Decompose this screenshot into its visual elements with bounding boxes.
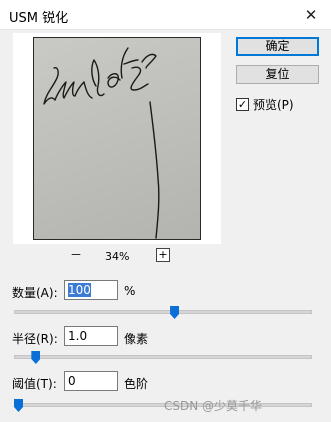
zoom-controls: － 34% + [13, 248, 221, 266]
zoom-out-button[interactable]: － [70, 246, 82, 263]
signature-image [43, 47, 160, 239]
threshold-input[interactable]: 0 [64, 371, 118, 391]
checkmark-icon: ✓ [237, 97, 248, 111]
threshold-slider-thumb[interactable] [14, 399, 23, 412]
radius-slider-thumb[interactable] [31, 351, 41, 364]
zoom-in-button[interactable]: + [156, 248, 170, 262]
ok-button[interactable]: 确定 [236, 37, 319, 56]
zoom-level: 34% [105, 250, 130, 263]
threshold-slider-track[interactable] [14, 403, 312, 407]
threshold-value: 0 [68, 374, 76, 388]
close-button[interactable]: ✕ [291, 0, 331, 30]
amount-unit: % [124, 284, 136, 298]
radius-value: 1.0 [68, 329, 88, 343]
amount-input[interactable]: 100 [64, 280, 118, 300]
reset-button[interactable]: 复位 [236, 65, 319, 84]
preview-checkbox[interactable]: ✓ [236, 97, 249, 111]
threshold-label: 阈值(T): [12, 377, 57, 391]
preview-image [33, 37, 201, 240]
dialog-title: USM 锐化 [9, 11, 69, 26]
preview-area[interactable] [13, 33, 221, 244]
close-icon: ✕ [304, 6, 318, 24]
amount-slider-track[interactable] [14, 310, 312, 314]
title-bar: USM 锐化 ✕ [0, 0, 331, 30]
watermark: CSDN @少莫千华 [164, 399, 263, 413]
amount-label: 数量(A): [12, 286, 58, 300]
radius-unit: 像素 [124, 332, 149, 346]
preview-checkbox-label: 预览(P) [253, 97, 294, 112]
radius-slider-track[interactable] [14, 355, 312, 359]
radius-input[interactable]: 1.0 [64, 326, 118, 346]
amount-slider-thumb[interactable] [170, 306, 180, 319]
threshold-unit: 色阶 [124, 377, 149, 391]
radius-label: 半径(R): [12, 332, 58, 346]
amount-value: 100 [68, 283, 91, 297]
preview-toggle[interactable]: ✓ 预览(P) [236, 96, 294, 112]
